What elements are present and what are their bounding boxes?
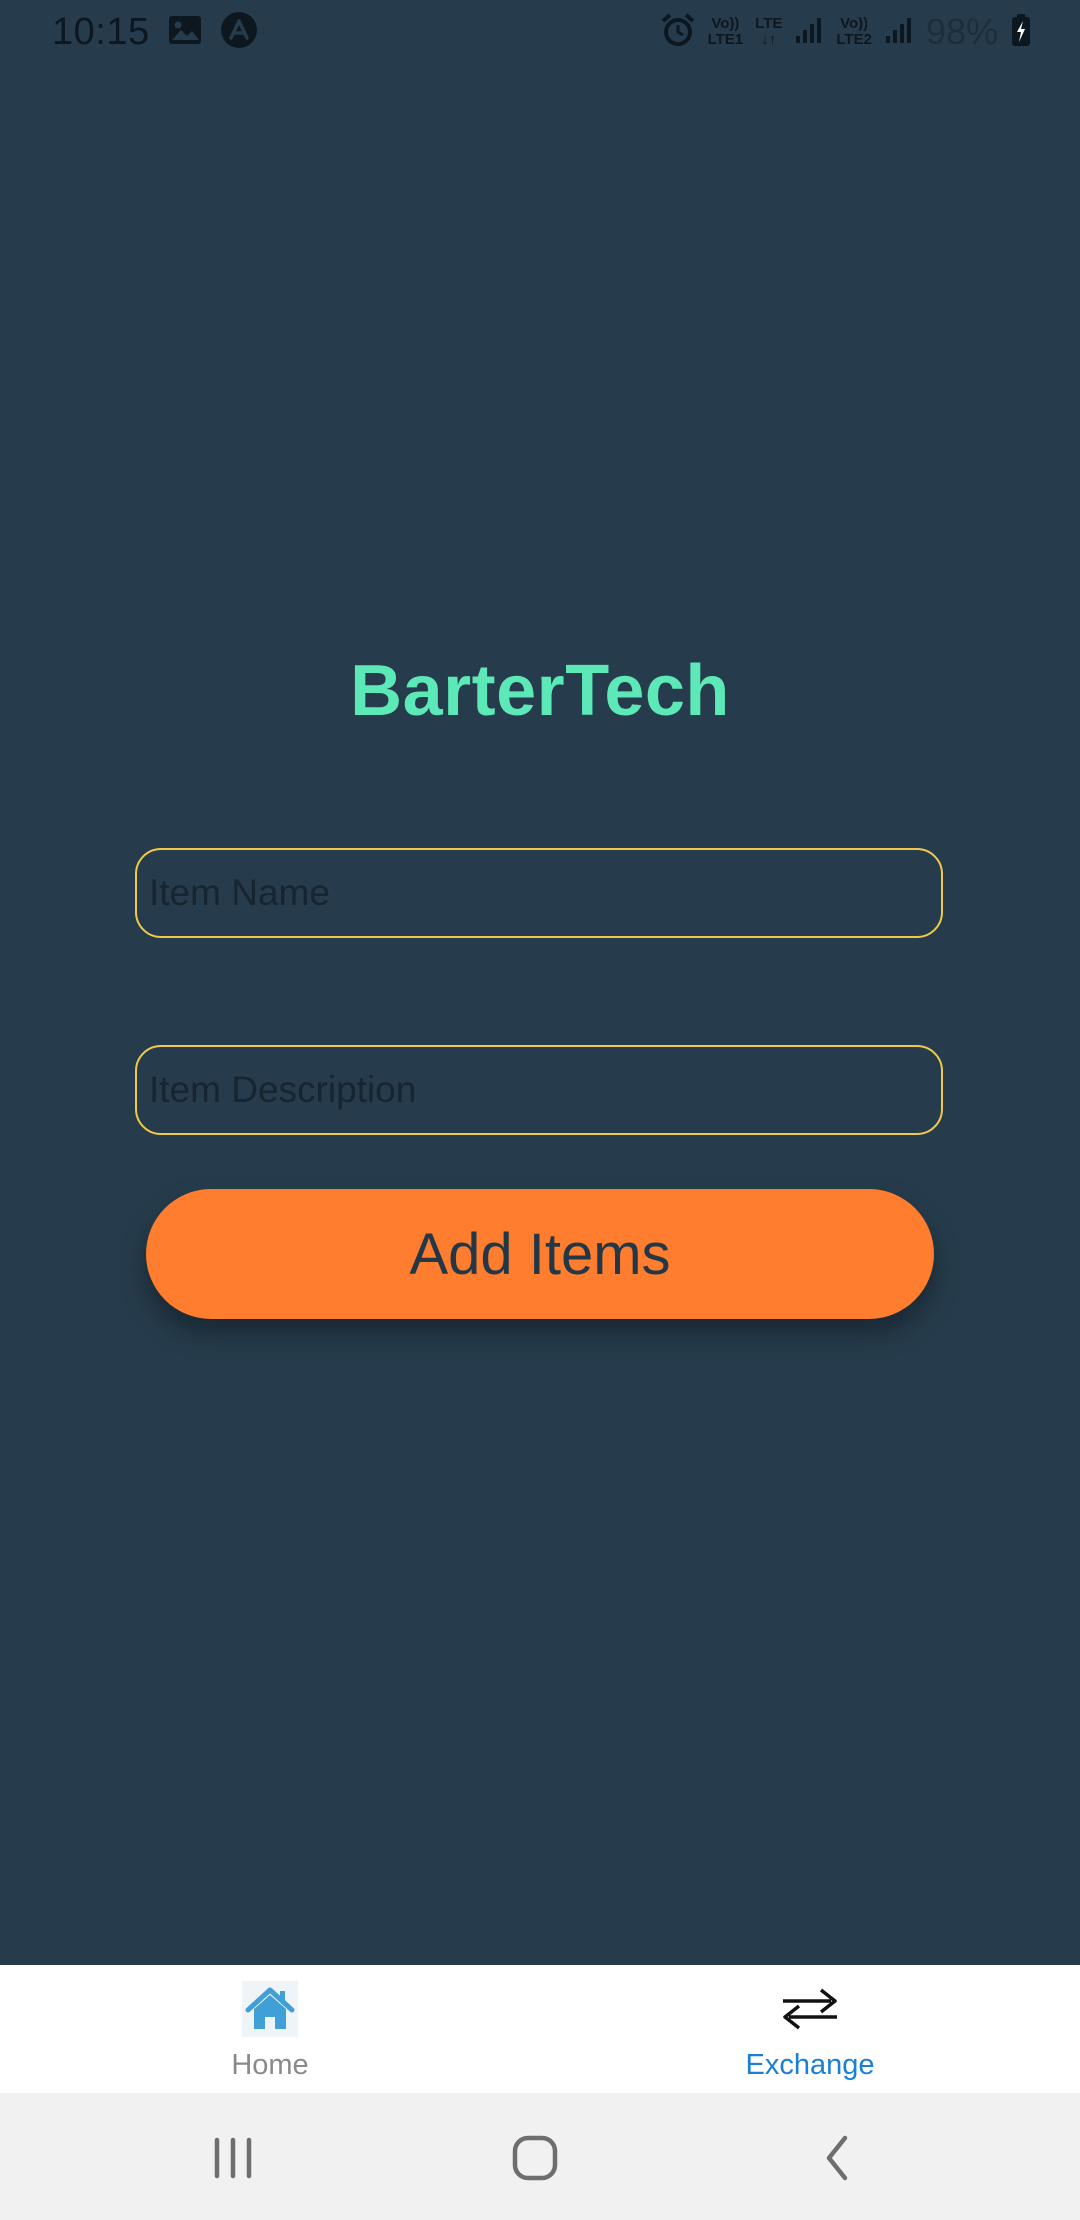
tab-home[interactable]: Home <box>0 1965 540 2093</box>
back-icon[interactable] <box>802 2123 872 2193</box>
signal-icon <box>794 15 824 50</box>
item-description-input[interactable] <box>135 1045 943 1135</box>
home-nav-icon[interactable] <box>500 2123 570 2193</box>
battery-percentage: 98% <box>925 11 998 52</box>
network-1-lte-label: LTE1 <box>707 31 744 48</box>
tab-exchange-label: Exchange <box>745 2049 875 2081</box>
tab-home-label: Home <box>231 2049 309 2081</box>
network-lte1-indicator: Vo)) LTE1 <box>708 16 744 48</box>
app-title: BarterTech <box>350 651 730 731</box>
tab-exchange[interactable]: Exchange <box>540 1965 1080 2093</box>
add-items-button[interactable]: Add Items <box>146 1189 934 1319</box>
status-bar-left: 10:15 <box>52 0 258 64</box>
network-2-lte-label: LTE2 <box>836 31 872 48</box>
network-lte2-indicator: Vo)) LTE2 <box>836 16 872 48</box>
bottom-tab-bar: Home Exchange <box>0 1965 1080 2093</box>
app-notification-icon <box>220 11 258 54</box>
alarm-icon <box>660 12 696 53</box>
status-bar: 10:15 Vo)) LTE1 LTE ↓↑ Vo)) LTE2 98% <box>0 0 1080 64</box>
battery-charging-icon <box>1010 13 1032 52</box>
exchange-arrows-icon <box>782 1981 838 2037</box>
signal-icon <box>884 15 914 50</box>
status-time: 10:15 <box>52 10 150 53</box>
recent-apps-icon[interactable] <box>198 2123 268 2193</box>
status-bar-right: Vo)) LTE1 LTE ↓↑ Vo)) LTE2 98% <box>660 0 1032 64</box>
system-navigation-bar <box>0 2093 1080 2220</box>
data-arrows-label: ↓↑ <box>761 31 777 48</box>
network-lte-label: LTE <box>755 15 783 32</box>
home-icon <box>242 1981 298 2037</box>
gallery-icon <box>168 15 202 50</box>
item-name-input[interactable] <box>135 848 943 938</box>
network-2-volte-label: Vo)) <box>840 15 869 32</box>
network-lte-data-indicator: LTE ↓↑ <box>755 16 782 48</box>
network-1-volte-label: Vo)) <box>711 15 740 32</box>
